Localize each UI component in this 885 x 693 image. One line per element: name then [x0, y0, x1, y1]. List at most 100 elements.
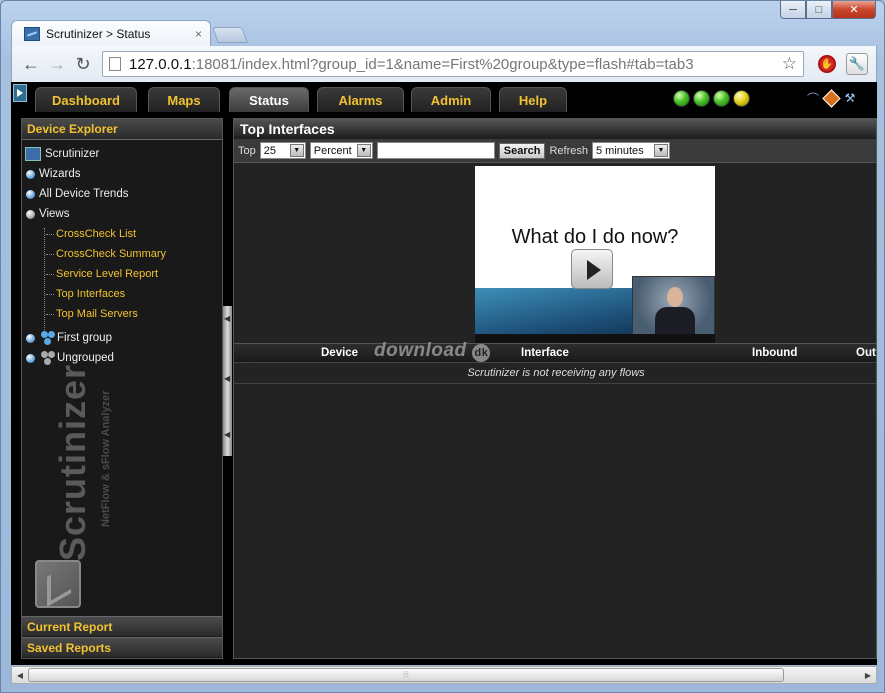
- scroll-left-icon[interactable]: ◀: [13, 669, 27, 681]
- alert-diamond-icon[interactable]: [822, 88, 841, 108]
- scroll-right-icon[interactable]: ▶: [861, 669, 875, 681]
- scrutinizer-icon: [25, 147, 41, 161]
- play-icon[interactable]: [571, 249, 613, 289]
- browser-toolbar: ← → ↻ 127.0.0.1 :18081/index.html?group_…: [11, 46, 877, 82]
- help-video[interactable]: What do I do now?: [475, 166, 715, 343]
- scrollbar-thumb[interactable]: ⦙⦙⦙: [28, 668, 784, 682]
- video-title-text: What do I do now?: [511, 226, 679, 248]
- current-report-header[interactable]: Current Report: [22, 616, 222, 636]
- browser-tab-title: Scrutinizer > Status: [46, 26, 151, 41]
- reload-icon[interactable]: ↻: [70, 51, 96, 77]
- user-icon[interactable]: ⌒: [805, 90, 821, 106]
- stop-sign-icon: ✋: [818, 55, 836, 73]
- tree-item-scrutinizer[interactable]: Scrutinizer: [24, 144, 222, 164]
- tree-item-views[interactable]: Views: [24, 204, 222, 224]
- tab-status[interactable]: Status: [229, 87, 309, 112]
- minimize-button[interactable]: ─: [780, 1, 806, 19]
- filter-bar: Top 25 ▼ Percent ▼ Search Refresh 5 minu…: [234, 139, 876, 163]
- forward-arrow-icon[interactable]: →: [44, 51, 70, 77]
- splitter-arrow-icon: ◀: [224, 430, 231, 439]
- device-explorer-header[interactable]: Device Explorer: [22, 119, 222, 140]
- empty-table-message: Scrutinizer is not receiving any flows: [234, 364, 876, 384]
- top-interfaces-panel: Top Interfaces Top 25 ▼ Percent ▼ Search…: [233, 118, 877, 659]
- video-presenter-thumbnail: [632, 276, 715, 337]
- refresh-interval-select[interactable]: 5 minutes ▼: [591, 142, 670, 159]
- status-light-green-icon[interactable]: [693, 90, 710, 107]
- address-bar[interactable]: 127.0.0.1 :18081/index.html?group_id=1&n…: [102, 51, 804, 77]
- scrutinizer-favicon-icon: [24, 26, 40, 41]
- tab-close-icon[interactable]: ×: [195, 27, 202, 41]
- chevron-down-icon[interactable]: ▼: [653, 144, 668, 157]
- column-device[interactable]: Device: [321, 347, 358, 359]
- column-outbound[interactable]: Outb: [856, 347, 876, 359]
- stop-extension-button[interactable]: ✋: [814, 51, 840, 77]
- metric-value: Percent: [313, 144, 352, 157]
- horizontal-scrollbar[interactable]: ◀ ⦙⦙⦙ ▶: [11, 666, 877, 684]
- column-interface[interactable]: Interface: [521, 347, 569, 359]
- search-input[interactable]: [376, 142, 495, 159]
- window-controls: ─ □ ✕: [780, 1, 876, 19]
- bookmark-star-icon[interactable]: ☆: [782, 54, 797, 74]
- top-label: Top: [238, 144, 256, 157]
- scrutinizer-brand: Scrutinizer NetFlow & sFlow Analyzer: [46, 349, 112, 569]
- tree-item-wizards[interactable]: Wizards: [24, 164, 222, 184]
- view-link-crosscheck-summary[interactable]: CrossCheck Summary: [24, 244, 222, 264]
- nav-utility-icons: ⌒ ⚒: [805, 88, 858, 108]
- saved-reports-header[interactable]: Saved Reports: [22, 637, 222, 657]
- scrutinizer-app: Dashboard Maps Status Alarms Admin Help …: [11, 82, 877, 665]
- splitter-arrow-icon: ◀: [224, 314, 231, 323]
- tab-admin[interactable]: Admin: [411, 87, 491, 112]
- tab-alarms[interactable]: Alarms: [317, 87, 404, 112]
- app-launch-icon[interactable]: [13, 84, 27, 102]
- tools-icon[interactable]: ⚒: [842, 90, 858, 106]
- panel-splitter[interactable]: ◀ ◀ ◀: [223, 306, 232, 456]
- status-light-green-icon[interactable]: [713, 90, 730, 107]
- scrutinizer-logo-icon: [35, 560, 81, 608]
- tree-item-all-device-trends[interactable]: All Device Trends: [24, 184, 222, 204]
- view-link-top-mail-servers[interactable]: Top Mail Servers: [24, 304, 222, 324]
- expand-bullet-icon[interactable]: [26, 333, 35, 343]
- device-tree: Scrutinizer Wizards All Device Trends Vi…: [22, 140, 222, 368]
- browser-window: ─ □ ✕ Scrutinizer > Status × ← → ↻ 127.0…: [0, 0, 885, 693]
- search-button[interactable]: Search: [498, 142, 546, 159]
- chevron-down-icon[interactable]: ▼: [289, 144, 304, 157]
- view-link-crosscheck-list[interactable]: CrossCheck List: [24, 224, 222, 244]
- status-light-green-icon[interactable]: [673, 90, 690, 107]
- back-arrow-icon[interactable]: ←: [18, 51, 44, 77]
- view-link-service-level-report[interactable]: Service Level Report: [24, 264, 222, 284]
- close-window-button[interactable]: ✕: [832, 1, 876, 19]
- status-light-yellow-icon[interactable]: [733, 90, 750, 107]
- expand-bullet-icon[interactable]: [26, 189, 35, 199]
- wrench-icon: 🔧: [846, 53, 868, 75]
- top-count-value: 25: [263, 144, 276, 157]
- group-icon: [41, 331, 55, 345]
- metric-select[interactable]: Percent ▼: [309, 142, 373, 159]
- chevron-down-icon[interactable]: ▼: [356, 144, 371, 157]
- watermark-badge: dk: [472, 344, 491, 362]
- collapse-bullet-icon[interactable]: [26, 209, 35, 219]
- video-controls[interactable]: [475, 334, 715, 343]
- url-path: :18081/index.html?group_id=1&name=First%…: [191, 55, 694, 73]
- brand-name: Scrutinizer: [52, 363, 93, 561]
- brand-tagline: NetFlow & sFlow Analyzer: [100, 390, 112, 527]
- tab-help[interactable]: Help: [499, 87, 567, 112]
- device-explorer-panel: Device Explorer Scrutinizer Wizards All …: [21, 118, 223, 659]
- refresh-label: Refresh: [549, 144, 588, 157]
- tree-item-label: All Device Trends: [39, 188, 129, 200]
- watermark-text: download: [374, 340, 467, 361]
- new-tab-button[interactable]: [212, 27, 248, 43]
- maximize-button[interactable]: □: [806, 1, 832, 19]
- refresh-interval-value: 5 minutes: [595, 144, 644, 157]
- view-link-top-interfaces[interactable]: Top Interfaces: [24, 284, 222, 304]
- splitter-arrow-icon: ◀: [224, 374, 231, 383]
- browser-tab[interactable]: Scrutinizer > Status ×: [11, 20, 211, 46]
- tab-dashboard[interactable]: Dashboard: [35, 87, 137, 112]
- column-inbound[interactable]: Inbound: [752, 347, 797, 359]
- tree-item-label: Views: [39, 208, 70, 220]
- tab-maps[interactable]: Maps: [148, 87, 220, 112]
- tree-item-first-group[interactable]: First group: [24, 328, 222, 348]
- top-count-select[interactable]: 25 ▼: [259, 142, 306, 159]
- expand-bullet-icon[interactable]: [26, 353, 35, 363]
- expand-bullet-icon[interactable]: [26, 169, 35, 179]
- settings-wrench-button[interactable]: 🔧: [844, 51, 870, 77]
